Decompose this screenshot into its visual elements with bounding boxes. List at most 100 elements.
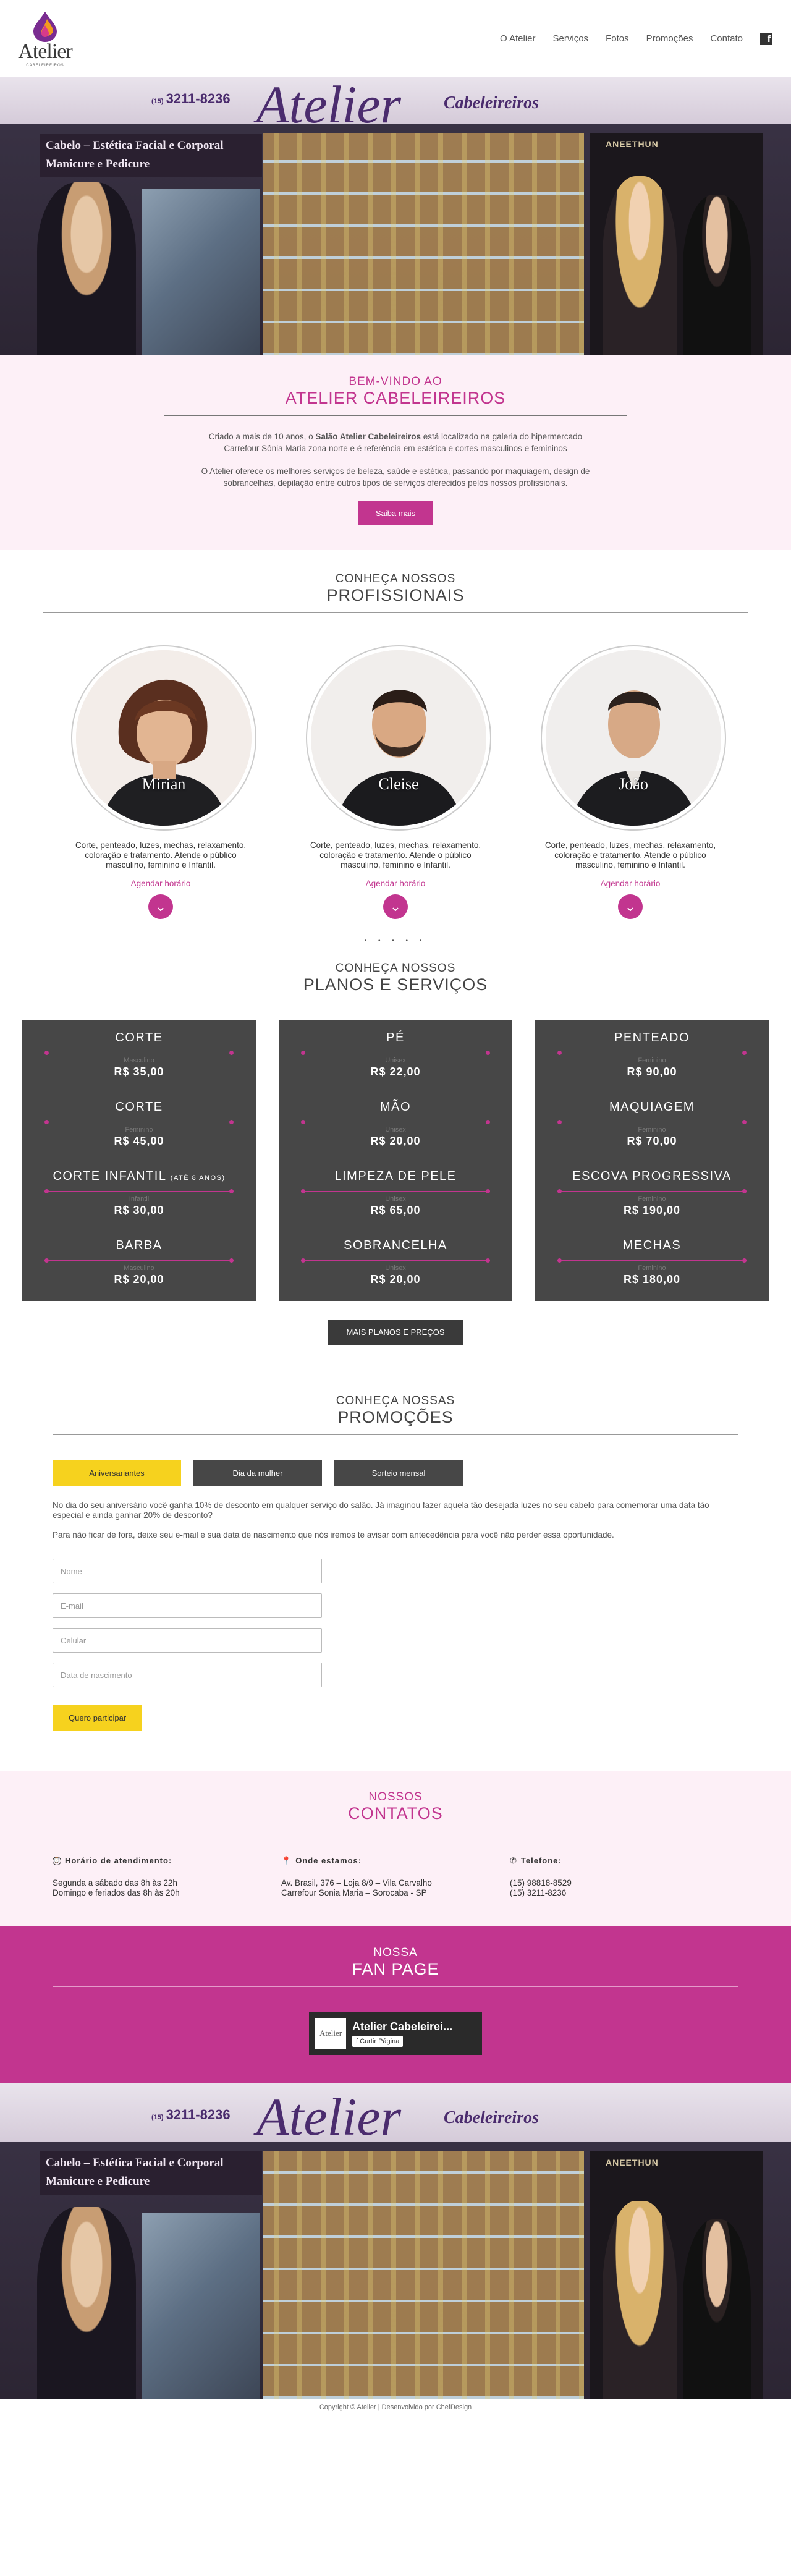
professional-card: Mirian Corte, penteado, luzes, mechas, r… (71, 645, 256, 919)
fan-title: FAN PAGE (352, 1960, 439, 1978)
site-logo[interactable]: Atelier CABELEIREIROS (17, 11, 73, 67)
nav-servicos[interactable]: Serviços (553, 33, 589, 44)
saiba-mais-button[interactable]: Saiba mais (358, 501, 433, 525)
divider (53, 1434, 738, 1435)
logo-drop-icon (33, 11, 57, 42)
tab-aniversariantes[interactable]: Aniversariantes (53, 1460, 181, 1486)
plan-item: CORTE Masculino R$ 35,00 (44, 1026, 234, 1095)
divider (53, 1986, 738, 1987)
plan-price: R$ 45,00 (114, 1135, 164, 1147)
plan-card: PENTEADO Feminino R$ 90,00 MAQUIAGEM Fem… (535, 1020, 769, 1301)
professional-portrait-cleise (311, 650, 486, 826)
plan-item: MECHAS Feminino R$ 180,00 (557, 1234, 747, 1303)
tab-sorteio-mensal[interactable]: Sorteio mensal (334, 1460, 463, 1486)
professional-photo: Cleise (306, 645, 491, 831)
storefront-footer-image: (15) 3211-8236 Atelier Cabeleireiros Cabe… (0, 2083, 791, 2399)
plan-item: MAQUIAGEM Feminino R$ 70,00 (557, 1095, 747, 1164)
quero-participar-button[interactable]: Quero participar (53, 1705, 143, 1731)
carousel-dots[interactable]: • • • • • (0, 938, 791, 944)
plans-section: CONHEÇA NOSSOS PLANOS E SERVIÇOS CORTE M… (0, 944, 791, 1370)
professional-description: Corte, penteado, luzes, mechas, relaxame… (544, 841, 716, 870)
promotions-section: CONHEÇA NOSSAS PROMOÇÕES Aniversariantes… (0, 1370, 791, 1771)
chevron-down-icon[interactable]: ⌄ (618, 894, 643, 919)
like-page-button[interactable]: f Curtir Página (352, 2035, 404, 2047)
plan-card: PÉ Unisex R$ 22,00 MÃO Unisex R$ 20,00 L… (279, 1020, 512, 1301)
email-input[interactable]: E-mail (53, 1593, 322, 1618)
plan-item: CORTE Feminino R$ 45,00 (44, 1095, 234, 1164)
fanpage-logo: Atelier (315, 2018, 346, 2049)
professional-photo: João (541, 645, 726, 831)
plan-price: R$ 70,00 (627, 1135, 677, 1147)
promos-title: PROMOÇÕES (337, 1408, 454, 1426)
facebook-page-widget[interactable]: Atelier Atelier Cabeleirei... f Curtir P… (309, 2012, 482, 2055)
plan-item: PENTEADO Feminino R$ 90,00 (557, 1026, 747, 1095)
chevron-down-icon[interactable]: ⌄ (383, 894, 408, 919)
plan-item: CORTE INFANTIL (ATÉ 8 ANOS) Infantil R$ … (44, 1164, 234, 1234)
schedule-link[interactable]: Agendar horário (71, 879, 250, 888)
plans-title-small: CONHEÇA NOSSOS (335, 962, 456, 975)
schedule-link[interactable]: Agendar horário (306, 879, 485, 888)
contacts-title-small: NOSSOS (368, 1790, 423, 1803)
contact-address: 📍 Onde estamos: Av. Brasil, 376 – Loja 8/… (281, 1856, 432, 1897)
storefront-phone: (15) 3211-8236 (151, 91, 231, 106)
divider (164, 415, 627, 416)
logo-text: Atelier (18, 40, 72, 63)
plan-price: R$ 30,00 (114, 1204, 164, 1216)
professional-card: Cleise Corte, penteado, luzes, mechas, r… (306, 645, 491, 919)
plan-item: ESCOVA PROGRESSIVA Feminino R$ 190,00 (557, 1164, 747, 1234)
welcome-title-small: BEM-VINDO AO (349, 375, 442, 388)
copyright-text: Copyright © Atelier | Desenvolvido por C… (319, 2404, 472, 2411)
promo-tabs: Aniversariantes Dia da mulher Sorteio me… (53, 1460, 738, 1486)
professionals-section: CONHEÇA NOSSOS PROFISSIONAIS Mirian Cort… (0, 550, 791, 944)
professional-description: Corte, penteado, luzes, mechas, relaxame… (75, 841, 247, 870)
plan-price: R$ 190,00 (623, 1204, 681, 1216)
name-input[interactable]: Nome (53, 1559, 322, 1583)
professional-name: Mirian (142, 775, 186, 793)
logo-subtitle: CABELEIREIROS (26, 63, 64, 67)
pros-title-small: CONHEÇA NOSSOS (335, 572, 456, 585)
nav-o-atelier[interactable]: O Atelier (500, 33, 536, 44)
nav-fotos[interactable]: Fotos (606, 33, 629, 44)
storefront-services-sign: Cabelo – Estética Facial e Corporal Mani… (40, 134, 262, 177)
schedule-link[interactable]: Agendar horário (541, 879, 720, 888)
plan-price: R$ 20,00 (114, 1273, 164, 1286)
storefront-model-left (37, 182, 136, 355)
contacts-section: NOSSOS CONTATOS ⌚ Horário de atendimento:… (0, 1771, 791, 1926)
professional-description: Corte, penteado, luzes, mechas, relaxame… (310, 841, 481, 870)
professional-name: João (619, 775, 648, 793)
tab-dia-da-mulher[interactable]: Dia da mulher (193, 1460, 322, 1486)
storefront-brand: Atelier (256, 77, 402, 134)
welcome-title: ATELIER CABELEIREIROS (285, 389, 506, 407)
plan-price: R$ 20,00 (370, 1135, 421, 1147)
plans-title: PLANOS E SERVIÇOS (303, 975, 488, 994)
welcome-paragraph-1: Criado a mais de 10 anos, o Salão Atelie… (208, 432, 583, 453)
chevron-down-icon[interactable]: ⌄ (148, 894, 173, 919)
divider (43, 612, 748, 613)
more-plans-button[interactable]: MAIS PLANOS E PREÇOS (328, 1320, 463, 1345)
plan-price: R$ 65,00 (370, 1204, 421, 1216)
professional-portrait-joao (546, 650, 721, 826)
welcome-section: BEM-VINDO AO ATELIER CABELEIREIROS Criad… (0, 355, 791, 550)
pros-title: PROFISSIONAIS (326, 586, 465, 604)
phone-input[interactable]: Celular (53, 1628, 322, 1653)
storefront-poster-brand: ANEETHUN (606, 139, 659, 149)
plan-price: R$ 90,00 (627, 1066, 677, 1078)
plan-price: R$ 22,00 (370, 1066, 421, 1078)
contact-hours: ⌚ Horário de atendimento: Segunda a sábad… (53, 1856, 180, 1897)
plan-item: MÃO Unisex R$ 20,00 (301, 1095, 490, 1164)
storefront-model-blonde (603, 176, 677, 355)
fanpage-section: NOSSA FAN PAGE Atelier Atelier Cabeleire… (0, 1926, 791, 2083)
birthdate-input[interactable]: Data de nascimento (53, 1663, 322, 1687)
plan-item: BARBA Masculino R$ 20,00 (44, 1234, 234, 1303)
professional-photo: Mirian (71, 645, 256, 831)
promo-text-2: Para não ficar de fora, deixe seu e-mail… (53, 1530, 614, 1540)
nav-contato[interactable]: Contato (710, 33, 743, 44)
facebook-icon[interactable]: f (760, 32, 772, 45)
contact-phone: ✆ Telefone: (15) 98818-8529 (15) 3211-823… (510, 1856, 572, 1897)
storefront-salon-interior (142, 189, 260, 355)
fanpage-name[interactable]: Atelier Cabeleirei... (352, 2020, 452, 2033)
professional-portrait-mirian (76, 650, 252, 826)
plan-price: R$ 20,00 (370, 1273, 421, 1286)
professional-name: Cleise (378, 775, 419, 793)
nav-promocoes[interactable]: Promoções (646, 33, 693, 44)
